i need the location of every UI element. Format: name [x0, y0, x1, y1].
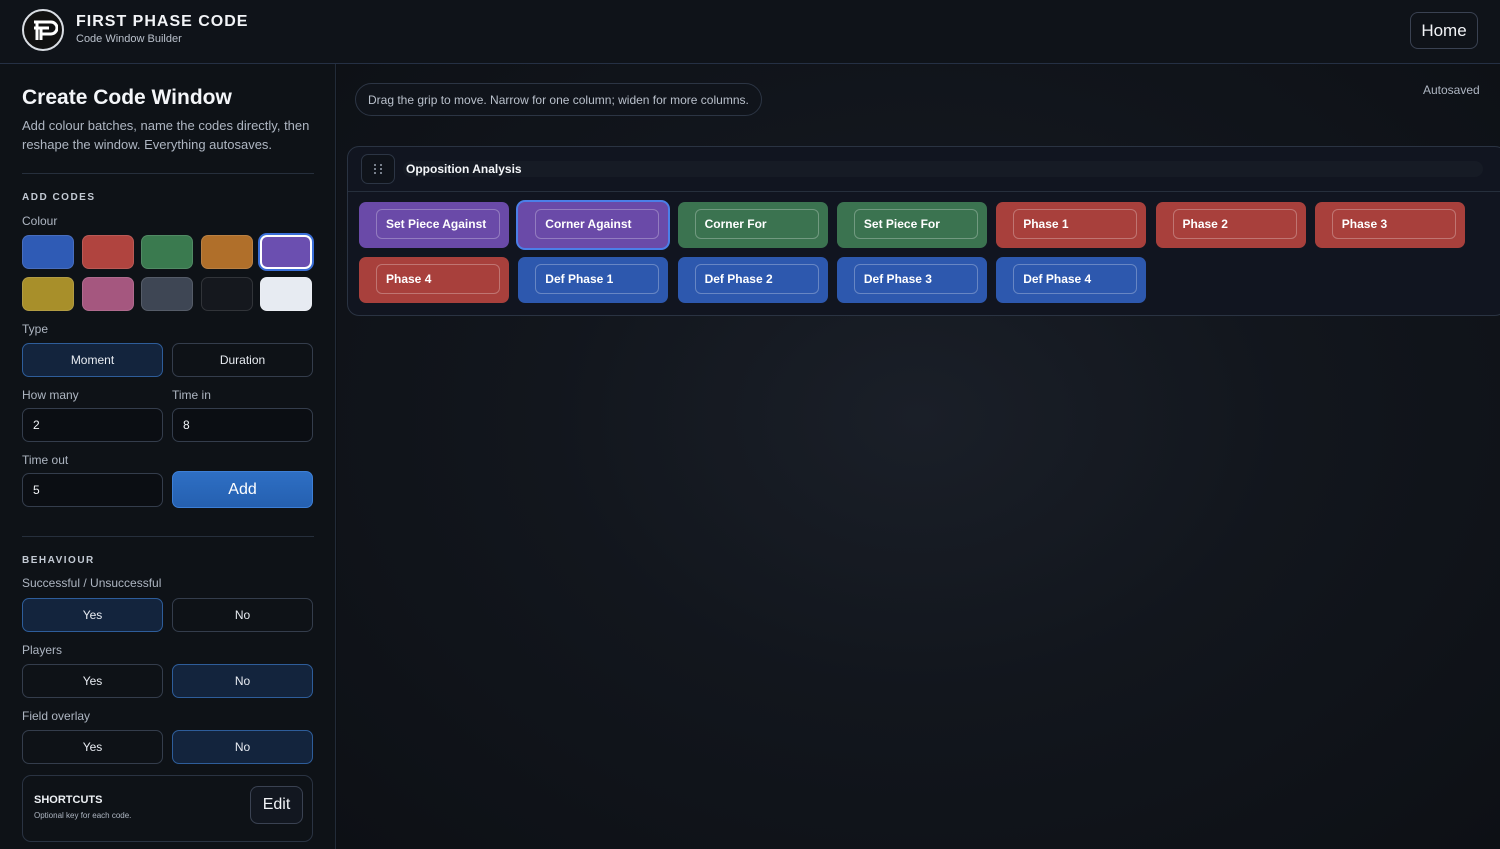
successful-label: Successful / Unsuccessful [22, 576, 162, 590]
hint-pill: Drag the grip to move. Narrow for one co… [355, 83, 762, 116]
successful-yes-button[interactable]: Yes [22, 598, 163, 632]
colour-swatch[interactable] [200, 277, 253, 311]
code-button[interactable]: Corner For [677, 202, 828, 248]
time-out-input[interactable] [22, 473, 163, 507]
successful-no-button[interactable]: No [172, 598, 313, 632]
colour-swatch[interactable] [260, 277, 312, 311]
colour-label: Colour [22, 214, 58, 228]
code-label: Phase 4 [376, 264, 500, 294]
page-description: Add colour batches, name the codes direc… [22, 118, 310, 152]
edit-shortcuts-button[interactable]: Edit [250, 786, 303, 824]
code-label: Phase 1 [1013, 209, 1138, 239]
code-label: Phase 2 [1172, 209, 1297, 239]
window-title: Opposition Analysis [406, 162, 522, 176]
colour-swatch[interactable] [22, 277, 74, 311]
players-yes-button[interactable]: Yes [22, 664, 163, 698]
colour-swatch[interactable] [141, 235, 193, 269]
time-in-label: Time in [172, 388, 211, 402]
code-button[interactable]: Def Phase 4 [996, 257, 1147, 303]
field-overlay-label: Field overlay [22, 709, 91, 723]
code-label: Corner Against [535, 209, 660, 239]
brand-subtitle: Code Window Builder [76, 33, 182, 45]
divider [22, 536, 314, 537]
code-button[interactable]: Set Piece Against [359, 202, 509, 248]
code-button[interactable]: Def Phase 2 [677, 257, 828, 303]
how-many-label: How many [22, 388, 79, 402]
time-in-input[interactable] [172, 408, 313, 442]
shortcuts-title: SHORTCUTS [34, 794, 103, 806]
brand-title: FIRST PHASE CODE [76, 13, 249, 30]
field-overlay-yes-button[interactable]: Yes [22, 730, 163, 764]
shortcuts-panel: SHORTCUTS Optional key for each code. Ed… [22, 775, 313, 842]
code-label: Phase 3 [1331, 209, 1456, 239]
main-canvas: Drag the grip to move. Narrow for one co… [337, 64, 1500, 849]
type-duration-button[interactable]: Duration [172, 343, 313, 377]
code-label: Def Phase 1 [535, 264, 660, 294]
brand-logo-icon [22, 9, 64, 51]
behaviour-heading: BEHAVIOUR [22, 555, 95, 566]
add-button[interactable]: Add [172, 471, 313, 508]
app-header: FIRST PHASE CODE Code Window Builder Hom… [0, 0, 1500, 64]
colour-swatch[interactable] [141, 277, 193, 311]
colour-swatch[interactable] [22, 235, 74, 269]
code-label: Set Piece Against [376, 209, 500, 239]
players-no-button[interactable]: No [172, 664, 313, 698]
autosave-status: Autosaved [1423, 83, 1480, 97]
how-many-input[interactable] [22, 408, 163, 442]
colour-swatch[interactable] [81, 277, 134, 311]
code-button[interactable]: Phase 4 [359, 257, 509, 303]
divider [22, 173, 314, 174]
colour-swatch[interactable] [200, 235, 253, 269]
code-window-header: Opposition Analysis [348, 147, 1500, 192]
code-button[interactable]: Def Phase 3 [836, 257, 987, 303]
shortcuts-subtitle: Optional key for each code. [34, 811, 132, 820]
sidebar: Create Code Window Add colour batches, n… [0, 64, 336, 849]
code-button[interactable]: Phase 2 [1155, 202, 1306, 248]
colour-swatch[interactable] [260, 235, 312, 269]
code-button[interactable]: Def Phase 1 [518, 257, 669, 303]
home-button[interactable]: Home [1410, 12, 1478, 49]
type-moment-button[interactable]: Moment [22, 343, 163, 377]
field-overlay-no-button[interactable]: No [172, 730, 313, 764]
code-window[interactable]: Opposition Analysis Set Piece Against Cor… [347, 146, 1500, 316]
window-title-field[interactable] [403, 161, 1483, 177]
code-button[interactable]: Phase 1 [996, 202, 1147, 248]
code-label: Def Phase 2 [694, 264, 819, 294]
time-out-label: Time out [22, 453, 69, 467]
code-button[interactable]: Phase 3 [1314, 202, 1465, 248]
drag-grip-icon[interactable] [361, 154, 395, 184]
players-label: Players [22, 643, 63, 657]
type-label: Type [22, 322, 49, 336]
add-codes-heading: ADD CODES [22, 192, 96, 203]
code-button[interactable]: Corner Against [518, 202, 669, 248]
page-title: Create Code Window [22, 86, 232, 109]
code-label: Corner For [694, 209, 819, 239]
code-button[interactable]: Set Piece For [836, 202, 987, 248]
colour-swatch[interactable] [81, 235, 134, 269]
code-label: Def Phase 4 [1013, 264, 1138, 294]
code-label: Def Phase 3 [853, 264, 978, 294]
code-label: Set Piece For [853, 209, 978, 239]
